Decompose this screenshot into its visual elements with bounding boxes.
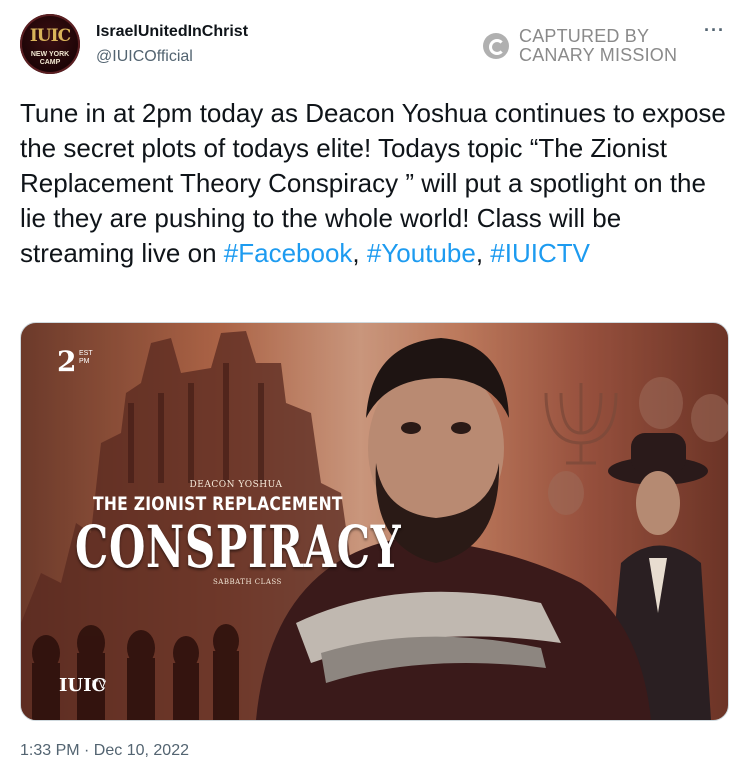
poster-title-line2: CONSPIRACY [75,513,402,581]
poster-brand-suffix: TV [92,679,107,691]
poster-time-est: EST [79,350,93,357]
separator: , [352,238,367,268]
avatar-caption-line2: CAMP [39,59,61,66]
avatar-caption: NEW YORK CAMP [20,51,80,67]
canary-mission-watermark: CAPTURED BY CANARY MISSION [483,27,683,67]
hashtag-facebook[interactable]: #Facebook [224,238,353,268]
poster-title-line1: THE ZIONIST REPLACEMENT [93,493,343,515]
profile-avatar[interactable]: IUIC NEW YORK CAMP [20,14,80,74]
tweet-text: Tune in at 2pm today as Deacon Yoshua co… [20,96,726,271]
author-display-name[interactable]: IsraelUnitedInChrist [96,23,248,41]
canary-logo-icon [483,33,509,59]
watermark-line2: CANARY MISSION [519,45,678,65]
avatar-caption-line1: NEW YORK [30,51,70,58]
poster-time: 2 [57,345,77,378]
tweet-media-image[interactable]: 2 EST PM DEACON YOSHUA THE ZIONIST REPLA… [20,322,729,721]
watermark-line1: CAPTURED BY [519,26,650,46]
poster-subtitle: SABBATH CLASS [213,578,282,586]
hashtag-youtube[interactable]: #Youtube [367,238,476,268]
more-dots-icon[interactable]: ··· [704,20,725,41]
tweet-timestamp[interactable]: 1:33 PM · Dec 10, 2022 [20,742,189,760]
avatar-logo: IUIC [29,26,71,46]
poster-time-zone: EST PM [79,350,93,366]
poster-time-pm: PM [79,358,90,365]
hashtag-iuictv[interactable]: #IUICTV [490,238,590,268]
author-handle[interactable]: @IUICOfficial [96,48,193,66]
watermark-text: CAPTURED BY CANARY MISSION [519,27,677,65]
separator: , [475,238,491,268]
poster-presenter: DEACON YOSHUA [189,480,283,490]
